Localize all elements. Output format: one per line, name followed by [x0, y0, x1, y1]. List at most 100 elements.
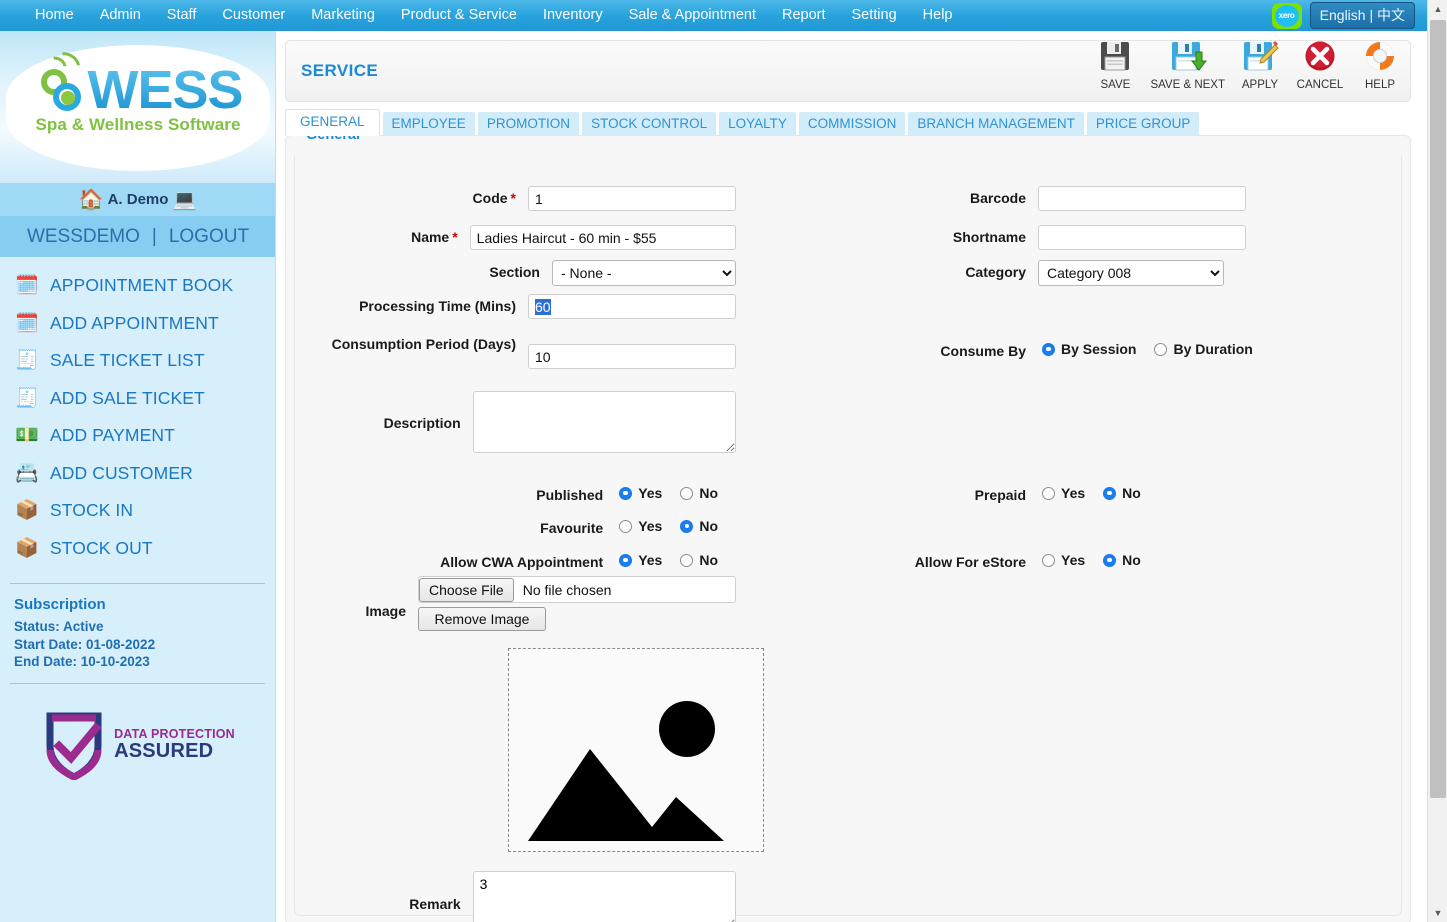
- allow-cwa-label: Allow CWA Appointment: [440, 554, 604, 570]
- page-scrollbar[interactable]: ▲ ▼: [1427, 0, 1447, 922]
- save-button[interactable]: SAVE: [1090, 40, 1140, 91]
- consumption-period-input[interactable]: [528, 344, 736, 369]
- sidebar-item-sale-ticket-list[interactable]: 🧾 SALE TICKET LIST: [0, 342, 275, 380]
- sidebar-item-add-payment[interactable]: 💵 ADD PAYMENT: [0, 417, 275, 455]
- sidebar-item-add-sale-ticket[interactable]: 🧾 ADD SALE TICKET: [0, 380, 275, 418]
- branch-selector[interactable]: 🏠 A. Demo 💻: [0, 183, 275, 216]
- processing-time-input[interactable]: 60: [528, 294, 736, 319]
- tab-price-group[interactable]: PRICE GROUP: [1086, 112, 1200, 136]
- radio-label: Yes: [1061, 485, 1086, 501]
- brand-logo: WESS Spa & Wellness Software: [0, 31, 275, 183]
- red-x-circle-icon: [1300, 40, 1340, 78]
- published-yes-option[interactable]: Yes: [619, 485, 662, 501]
- published-label: Published: [536, 487, 604, 503]
- subscription-status: Status: Active: [14, 619, 104, 634]
- remove-image-button[interactable]: Remove Image: [418, 607, 546, 631]
- nav-item-staff[interactable]: Staff: [154, 0, 210, 31]
- nav-item-setting[interactable]: Setting: [839, 0, 910, 31]
- help-button[interactable]: HELP: [1355, 40, 1405, 91]
- sidebar-item-add-appointment[interactable]: 🗓️ ADD APPOINTMENT: [0, 305, 275, 343]
- sidebar-item-add-customer[interactable]: 📇 ADD CUSTOMER: [0, 455, 275, 493]
- favourite-yes-option[interactable]: Yes: [619, 518, 662, 534]
- subscription-panel: Subscription Status: Active Start Date: …: [0, 584, 275, 671]
- shortname-input[interactable]: [1038, 225, 1246, 250]
- sidebar-item-label: ADD CUSTOMER: [50, 462, 193, 483]
- remark-label: Remark: [409, 896, 461, 912]
- sidebar-item-label: STOCK OUT: [50, 537, 153, 558]
- nav-item-sale-appointment[interactable]: Sale & Appointment: [616, 0, 769, 31]
- nav-item-customer[interactable]: Customer: [209, 0, 298, 31]
- nav-item-marketing[interactable]: Marketing: [298, 0, 388, 31]
- apply-button[interactable]: APPLY: [1235, 40, 1285, 91]
- field-published: Published Yes No: [286, 483, 736, 503]
- nav-item-report[interactable]: Report: [769, 0, 839, 31]
- scrollbar-thumb[interactable]: [1430, 20, 1446, 798]
- tab-stock-control[interactable]: STOCK CONTROL: [582, 112, 717, 136]
- sidebar-item-label: ADD APPOINTMENT: [50, 312, 219, 333]
- nav-item-home[interactable]: Home: [22, 0, 87, 31]
- tab-employee[interactable]: EMPLOYEE: [382, 112, 475, 136]
- general-panel: General Code* Name* Section - None - Pro…: [285, 127, 1411, 922]
- tab-branch-management[interactable]: BRANCH MANAGEMENT: [908, 112, 1084, 136]
- description-textarea[interactable]: [472, 391, 736, 453]
- remark-textarea[interactable]: 3: [472, 871, 736, 922]
- sidebar-item-stock-in[interactable]: 📦 STOCK IN: [0, 492, 275, 530]
- allow-estore-yes-option[interactable]: Yes: [1042, 552, 1085, 568]
- radio-label: Yes: [638, 485, 663, 501]
- tab-promotion[interactable]: PROMOTION: [477, 112, 580, 136]
- allow-cwa-no-option[interactable]: No: [680, 552, 718, 568]
- category-select[interactable]: Category 008: [1038, 260, 1224, 286]
- sidebar-menu: 🗓️ APPOINTMENT BOOK 🗓️ ADD APPOINTMENT 🧾…: [0, 257, 275, 567]
- barcode-input[interactable]: [1038, 186, 1246, 211]
- code-label: Code *: [472, 190, 516, 206]
- favourite-no-option[interactable]: No: [680, 518, 718, 534]
- triangle-down-icon[interactable]: ▼: [1428, 904, 1447, 922]
- xero-icon[interactable]: xero: [1271, 2, 1302, 29]
- sidebar-item-appointment-book[interactable]: 🗓️ APPOINTMENT BOOK: [0, 267, 275, 305]
- logout-link[interactable]: LOGOUT: [169, 226, 249, 248]
- name-input[interactable]: [469, 225, 736, 250]
- cancel-button[interactable]: CANCEL: [1295, 40, 1345, 91]
- nav-item-product-service[interactable]: Product & Service: [388, 0, 530, 31]
- language-switch-button[interactable]: English | 中文: [1309, 2, 1415, 29]
- consume-by-session-option[interactable]: By Session: [1042, 341, 1136, 357]
- prepaid-yes-option[interactable]: Yes: [1042, 485, 1085, 501]
- radio-label: By Duration: [1173, 341, 1253, 357]
- save-button-label: SAVE: [1100, 79, 1131, 91]
- save-and-next-button[interactable]: SAVE & NEXT: [1150, 40, 1225, 91]
- page-title: SERVICE: [301, 61, 379, 80]
- radio-label: No: [1122, 485, 1141, 501]
- triangle-up-icon[interactable]: ▲: [1428, 0, 1447, 18]
- save-and-next-button-label: SAVE & NEXT: [1150, 79, 1225, 91]
- image-placeholder-icon[interactable]: [508, 648, 764, 852]
- consumption-period-label: Consumption Period (Days): [331, 336, 516, 352]
- consume-by-duration-option[interactable]: By Duration: [1154, 341, 1253, 357]
- file-input[interactable]: Choose File No file chosen: [418, 576, 736, 603]
- nav-right-group: xero English | 中文: [1271, 0, 1415, 31]
- choose-file-button[interactable]: Choose File: [419, 577, 514, 602]
- allow-estore-no-option[interactable]: No: [1103, 552, 1141, 568]
- tab-commission[interactable]: COMMISSION: [798, 112, 906, 136]
- allow-cwa-yes-option[interactable]: Yes: [619, 552, 662, 568]
- radio-indicator: [1042, 486, 1055, 500]
- account-row: WESSDEMO | LOGOUT: [0, 216, 275, 257]
- prepaid-no-option[interactable]: No: [1103, 485, 1141, 501]
- code-input[interactable]: [528, 186, 736, 211]
- field-description: Description: [286, 391, 736, 453]
- radio-indicator: [619, 519, 633, 533]
- tab-loyalty[interactable]: LOYALTY: [719, 112, 796, 136]
- calendar-clock-icon: 🗓️: [15, 312, 39, 334]
- sidebar: WESS Spa & Wellness Software 🏠 A. Demo 💻…: [0, 31, 276, 922]
- radio-label: Yes: [638, 518, 663, 534]
- nav-item-inventory[interactable]: Inventory: [530, 0, 616, 31]
- section-select[interactable]: - None -: [552, 260, 736, 286]
- name-label: Name *: [411, 229, 458, 245]
- nav-item-help[interactable]: Help: [910, 0, 966, 31]
- sidebar-item-stock-out[interactable]: 📦 STOCK OUT: [0, 530, 275, 568]
- allow-estore-label: Allow For eStore: [914, 554, 1026, 570]
- help-button-label: HELP: [1364, 79, 1396, 91]
- tab-general[interactable]: GENERAL: [285, 109, 380, 136]
- nav-item-admin[interactable]: Admin: [87, 0, 154, 31]
- account-name[interactable]: WESSDEMO: [27, 226, 140, 248]
- published-no-option[interactable]: No: [680, 485, 718, 501]
